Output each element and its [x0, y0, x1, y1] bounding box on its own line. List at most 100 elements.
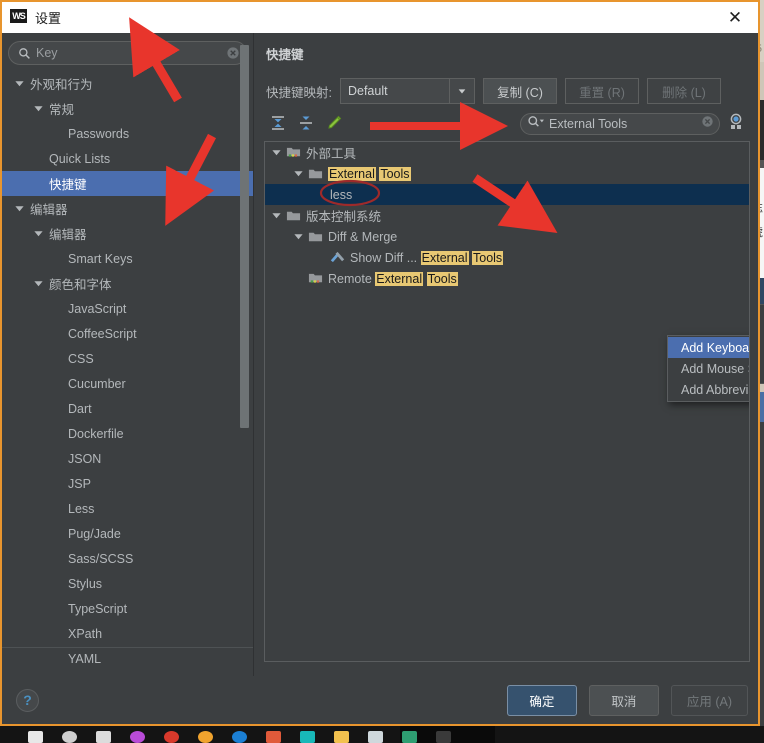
sidebar-item-18[interactable]: Pug/Jade [2, 521, 253, 546]
sidebar-item-22[interactable]: XPath [2, 621, 253, 646]
chevron-down-icon[interactable] [33, 103, 44, 114]
sidebar-item-4[interactable]: 快捷键 [2, 171, 253, 196]
sidebar-item-label: Less [68, 501, 95, 516]
clear-icon[interactable] [226, 46, 240, 60]
shortcut-tree-row-0[interactable]: 外部工具 [265, 142, 749, 163]
taskbar-icon-app-photo[interactable] [266, 731, 281, 743]
shortcuts-tree[interactable]: 外部工具 External Tools less 版本控制系统 Diff & Merge… [264, 141, 750, 662]
sidebar-item-6[interactable]: 编辑器 [2, 221, 253, 246]
label-text: 外部工具 [306, 147, 357, 161]
edit-pencil-icon[interactable] [326, 115, 342, 131]
sidebar-item-label: 常规 [49, 103, 75, 117]
keymap-selector-row: 快捷键映射: Default 复制 (C) 重置 (R) 删除 (L) [264, 63, 750, 104]
help-icon[interactable]: ? [16, 688, 39, 712]
ok-button[interactable]: 确定 [506, 684, 577, 716]
context-menu-item-2[interactable]: Add Abbreviation [668, 379, 749, 400]
context-menu-item-1[interactable]: Add Mouse Shortcut [668, 358, 749, 379]
taskbar-icon-app-grey[interactable] [368, 731, 383, 743]
chevron-down-icon[interactable] [14, 203, 25, 214]
cancel-button[interactable]: 取消 [588, 684, 659, 716]
chevron-down-icon[interactable] [448, 79, 474, 103]
taskbar-icon-row[interactable] [28, 726, 451, 743]
collapse-all-icon[interactable] [298, 115, 314, 131]
sidebar-item-8[interactable]: 颜色和字体 [2, 271, 253, 296]
apply-button: 应用 (A) [670, 684, 748, 716]
taskbar-icon-explorer[interactable] [334, 731, 349, 743]
close-icon[interactable]: ✕ [718, 4, 752, 32]
sidebar-item-13[interactable]: Dart [2, 396, 253, 421]
sidebar-item-19[interactable]: Sass/SCSS [2, 546, 253, 571]
shortcuts-tree-body[interactable]: 外部工具 External Tools less 版本控制系统 Diff & Merge… [265, 142, 749, 289]
sidebar-item-15[interactable]: JSON [2, 446, 253, 471]
search-match-highlight: Tools [472, 250, 504, 265]
sidebar-item-20[interactable]: Stylus [2, 571, 253, 596]
sidebar-item-label: 编辑器 [49, 228, 87, 242]
sidebar-item-11[interactable]: CSS [2, 346, 253, 371]
windows-taskbar[interactable] [0, 726, 764, 743]
filter-shortcuts-icon[interactable] [727, 112, 748, 133]
shortcut-tree-row-4[interactable]: Diff & Merge [265, 226, 749, 247]
taskbar-icon-app-blue[interactable] [232, 731, 247, 743]
settings-category-tree[interactable]: 外观和行为 常规 Passwords Quick Lists 快捷键 编辑器 编辑器 Smar… [2, 69, 253, 676]
chevron-down-icon[interactable] [33, 228, 44, 239]
chevron-down-icon[interactable] [33, 278, 44, 289]
search-icon [18, 47, 31, 60]
sidebar-item-label: Quick Lists [49, 151, 111, 166]
shortcut-tree-row-5[interactable]: Show Diff ... External Tools [265, 247, 749, 268]
taskbar-icon-app-purple[interactable] [130, 731, 145, 743]
chevron-down-icon[interactable] [14, 78, 25, 89]
search-input[interactable]: Key [8, 41, 247, 65]
shortcut-filter-input[interactable]: External Tools [520, 113, 720, 135]
sidebar-item-17[interactable]: Less [2, 496, 253, 521]
search-dropdown-icon[interactable] [527, 115, 546, 133]
taskbar-icon-start[interactable] [28, 731, 43, 743]
taskbar-icon-app-green[interactable] [402, 731, 417, 743]
taskbar-icon-webstorm[interactable] [300, 731, 315, 743]
sidebar-item-14[interactable]: Dockerfile [2, 421, 253, 446]
sidebar-item-2[interactable]: Passwords [2, 121, 253, 146]
sidebar-item-1[interactable]: 常规 [2, 96, 253, 121]
settings-sidebar: Key 外观和行为 常规 Passwords Quick Lists 快捷键 编辑器 编辑器… [2, 33, 253, 676]
shortcut-tree-label: Diff & Merge [328, 230, 397, 244]
taskbar-icon-terminal[interactable] [436, 731, 451, 743]
chevron-down-icon[interactable] [271, 147, 282, 158]
taskbar-icon-app-red[interactable] [164, 731, 179, 743]
expand-all-icon[interactable] [270, 115, 286, 131]
sidebar-item-16[interactable]: JSP [2, 471, 253, 496]
context-menu-item-0[interactable]: Add Keyboard Shortcut [668, 337, 749, 358]
shortcut-tree-row-3[interactable]: 版本控制系统 [265, 205, 749, 226]
sidebar-item-0[interactable]: 外观和行为 [2, 71, 253, 96]
label-text: less [330, 187, 353, 202]
sidebar-item-21[interactable]: TypeScript [2, 596, 253, 621]
sidebar-item-10[interactable]: CoffeeScript [2, 321, 253, 346]
sidebar-item-12[interactable]: Cucumber [2, 371, 253, 396]
label-text: 版本控制系统 [306, 210, 382, 224]
sidebar-item-3[interactable]: Quick Lists [2, 146, 253, 171]
copy-keymap-button[interactable]: 复制 (C) [482, 78, 557, 104]
shortcut-tree-row-6[interactable]: Remote External Tools [265, 268, 749, 289]
taskbar-icon-taskview[interactable] [96, 731, 111, 743]
taskbar-icon-app-orange[interactable] [198, 731, 213, 743]
keymap-select[interactable]: Default [339, 78, 475, 104]
chevron-down-icon[interactable] [271, 210, 282, 221]
sidebar-item-7[interactable]: Smart Keys [2, 246, 253, 271]
chevron-down-icon[interactable] [293, 168, 304, 179]
clear-icon[interactable] [701, 115, 714, 133]
context-menu[interactable]: Add Keyboard ShortcutAdd Mouse ShortcutA… [667, 335, 749, 402]
sidebar-item-label: 外观和行为 [30, 78, 93, 92]
sidebar-item-5[interactable]: 编辑器 [2, 196, 253, 221]
sidebar-scrollbar-thumb[interactable] [240, 45, 249, 428]
sidebar-item-23[interactable]: YAML [2, 646, 253, 671]
shortcut-tree-row-2[interactable]: less [265, 184, 749, 205]
sidebar-item-9[interactable]: JavaScript [2, 296, 253, 321]
chevron-down-icon[interactable] [293, 231, 304, 242]
sidebar-item-label: Cucumber [68, 376, 126, 391]
shortcut-tree-row-1[interactable]: External Tools [265, 163, 749, 184]
taskbar-icon-search[interactable] [62, 731, 77, 743]
